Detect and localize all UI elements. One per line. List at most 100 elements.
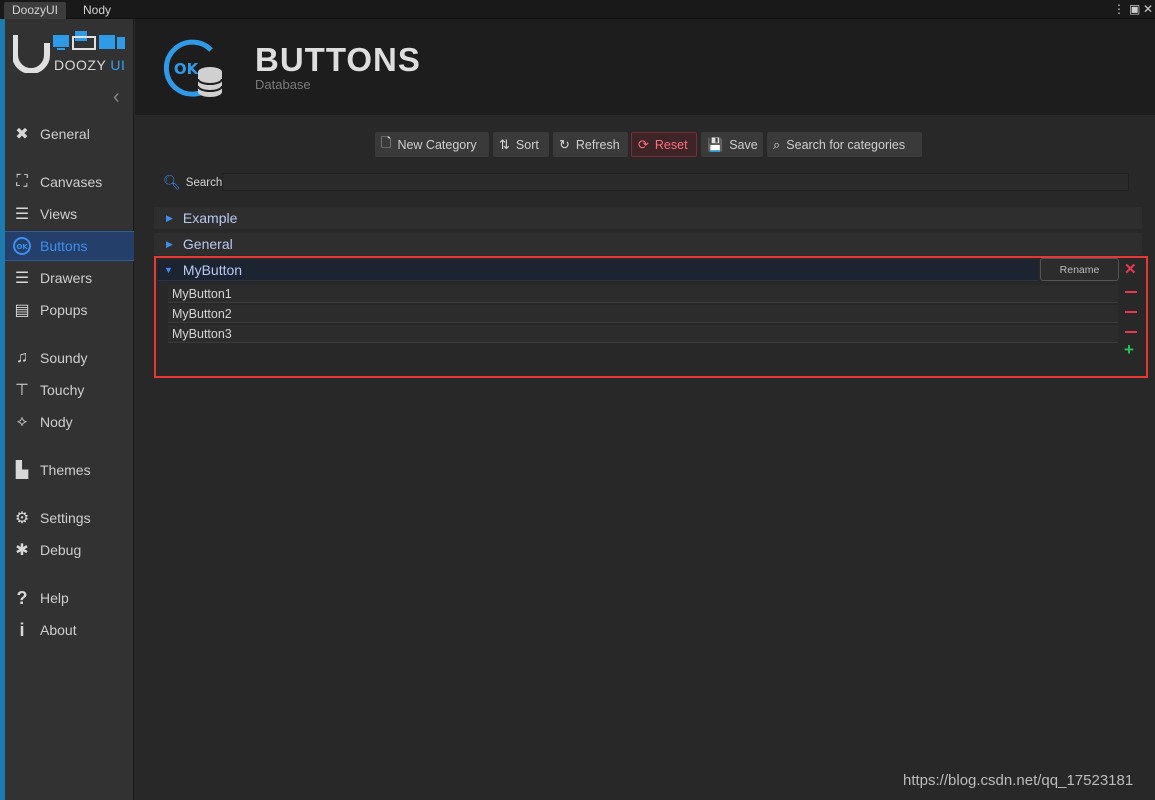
sidebar-item-label: General — [40, 126, 90, 142]
close-icon[interactable]: ✕ — [1143, 2, 1153, 16]
drawers-icon: ☰ — [14, 270, 30, 287]
save-icon: 💾 — [707, 136, 724, 152]
bug-icon: ✱ — [15, 542, 29, 559]
add-item-icon[interactable]: + — [1124, 341, 1134, 359]
page-header: OK BUTTONS Database — [135, 19, 1155, 115]
sidebar-item-label: Canvases — [40, 174, 103, 190]
save-button[interactable]: 💾 Save — [701, 132, 763, 157]
sidebar-item-drawers[interactable]: ☰ Drawers — [5, 263, 134, 293]
maximize-icon[interactable]: ▣ — [1129, 2, 1140, 16]
binoculars-icon: ⌕ — [773, 136, 781, 152]
search-icon: 🔍︎ — [163, 174, 181, 190]
themes-icon: ▙ — [15, 462, 29, 479]
category-name: Example — [182, 210, 238, 226]
search-label: 🔍︎ Search — [163, 174, 222, 191]
category-general[interactable]: ▶ General — [154, 233, 1142, 255]
button-name[interactable]: MyButton1 — [172, 287, 232, 301]
help-icon: ? — [16, 587, 28, 608]
sidebar-item-themes[interactable]: ▙ Themes — [5, 455, 134, 485]
category-mybutton[interactable]: ▼ MyButton — [158, 260, 1038, 281]
category-example[interactable]: ▶ Example — [154, 207, 1142, 229]
sidebar-item-canvases[interactable]: ⛶ Canvases — [5, 167, 134, 197]
sidebar-item-help[interactable]: ? Help — [5, 583, 134, 613]
ok-icon: OK — [11, 235, 33, 257]
soundy-icon: ♫ — [16, 349, 28, 366]
reset-button[interactable]: ⟳ Reset — [631, 132, 697, 157]
sidebar-item-label: Touchy — [40, 382, 85, 398]
logo-wordmark: DOOZY UI — [54, 57, 125, 73]
expand-arrow-icon: ▶ — [166, 212, 173, 223]
window-tab-strip: DoozyUI Nody ⋮ ▣ ✕ — [0, 0, 1155, 19]
sort-button[interactable]: ⇅ Sort — [493, 132, 549, 157]
sort-icon: ⇅ — [499, 136, 510, 152]
sidebar-item-general[interactable]: ✖ General — [5, 119, 134, 149]
sidebar-item-label: Popups — [40, 302, 88, 318]
collapse-arrow-icon: ▼ — [164, 265, 173, 275]
watermark-text: https://blog.csdn.net/qq_17523181 — [903, 772, 1134, 789]
category-name: General — [182, 236, 233, 252]
popups-icon: ▤ — [14, 302, 30, 319]
button-name-row[interactable]: MyButton3 — [168, 325, 1118, 343]
touchy-icon: ⊤ — [15, 382, 29, 399]
sidebar-item-label: Soundy — [40, 350, 88, 366]
button-name-row[interactable]: MyButton1 — [168, 285, 1118, 303]
remove-item-icon[interactable] — [1125, 311, 1137, 313]
logo-accent-text: UI — [110, 57, 126, 73]
info-icon: i — [19, 619, 25, 640]
save-label: Save — [729, 137, 758, 152]
new-category-button[interactable]: 🗋 New Category — [375, 132, 489, 157]
search-input[interactable] — [222, 173, 1129, 191]
sidebar-item-label: Debug — [40, 542, 82, 558]
sidebar-item-buttons[interactable]: OK Buttons — [5, 231, 134, 261]
doozy-window: DoozyUI Nody ⋮ ▣ ✕ DOOZY UI ‹ ✖ General ⛶… — [0, 0, 1155, 800]
page-title: BUTTONS — [255, 41, 421, 78]
sidebar-item-popups[interactable]: ▤ Popups — [5, 295, 134, 325]
reset-icon: ⟳ — [638, 136, 649, 152]
rename-button[interactable]: Rename — [1040, 258, 1119, 281]
refresh-label: Refresh — [575, 137, 620, 152]
sidebar-item-about[interactable]: i About — [5, 615, 134, 645]
remove-item-icon[interactable] — [1125, 291, 1137, 293]
reset-label: Reset — [654, 137, 688, 152]
button-name-row[interactable]: MyButton2 — [168, 305, 1118, 323]
remove-item-icon[interactable] — [1125, 331, 1137, 333]
gear-icon: ⚙ — [14, 510, 30, 527]
button-name[interactable]: MyButton3 — [172, 327, 232, 341]
delete-category-icon[interactable]: ✕ — [1124, 261, 1137, 279]
search-categories-label: Search for categories — [786, 137, 906, 152]
views-icon: ☰ — [14, 206, 30, 223]
more-options-icon[interactable]: ⋮ — [1113, 2, 1125, 16]
collapse-sidebar-icon[interactable]: ‹ — [113, 87, 120, 107]
page-subtitle: Database — [255, 77, 311, 92]
sidebar-item-touchy[interactable]: ⊤ Touchy — [5, 375, 134, 405]
sidebar-item-debug[interactable]: ✱ Debug — [5, 535, 134, 565]
refresh-icon: ↻ — [559, 136, 570, 152]
button-name[interactable]: MyButton2 — [172, 307, 232, 321]
category-name: MyButton — [182, 262, 243, 278]
sort-label: Sort — [515, 137, 539, 152]
sidebar-item-settings[interactable]: ⚙ Settings — [5, 503, 134, 533]
search-label-text: Search — [185, 176, 223, 189]
sidebar-item-views[interactable]: ☰ Views — [5, 199, 134, 229]
search-categories-button[interactable]: ⌕ Search for categories — [767, 132, 922, 157]
window-tab-nody[interactable]: Nody — [75, 2, 119, 19]
new-category-label: New Category — [397, 137, 477, 152]
new-file-icon: 🗋 — [381, 134, 392, 150]
sidebar-item-label: Nody — [40, 414, 73, 430]
sidebar-item-label: Drawers — [40, 270, 93, 286]
refresh-button[interactable]: ↻ Refresh — [553, 132, 628, 157]
sidebar-item-nody[interactable]: ⟡ Nody — [5, 407, 134, 437]
sidebar-item-soundy[interactable]: ♫ Soundy — [5, 343, 134, 373]
sidebar-item-label: Views — [40, 206, 78, 222]
nody-icon: ⟡ — [16, 413, 28, 430]
sidebar-item-label: Help — [40, 590, 69, 606]
sidebar-item-label: Buttons — [40, 238, 88, 254]
canvas-icon: ⛶ — [16, 173, 28, 190]
logo-text: DOOZY — [54, 57, 107, 73]
sidebar-item-label: About — [40, 622, 77, 638]
window-tab-doozyui[interactable]: DoozyUI — [4, 2, 67, 19]
sidebar: DOOZY UI ‹ ✖ General ⛶ Canvases ☰ Views OK … — [5, 19, 134, 800]
general-icon: ✖ — [15, 126, 29, 143]
buttons-database-icon: OK — [161, 36, 227, 107]
svg-text:OK: OK — [16, 243, 28, 251]
